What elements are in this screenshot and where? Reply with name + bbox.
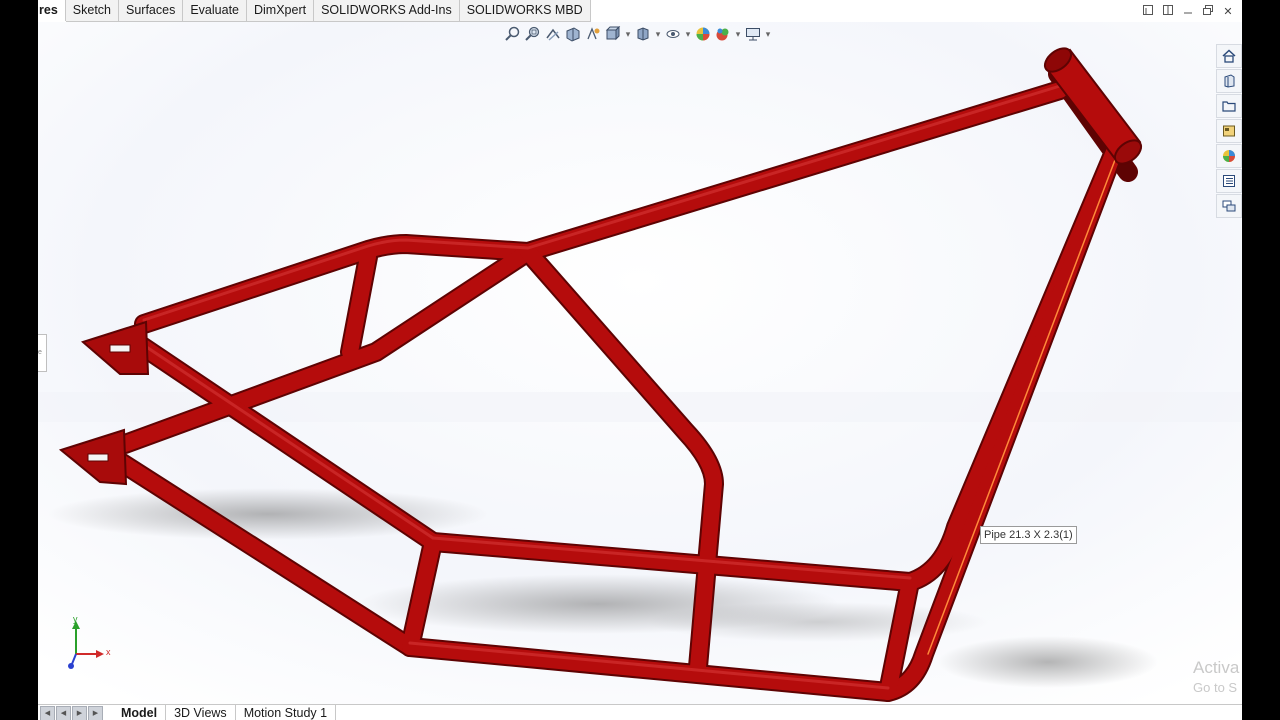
tab-sketch[interactable]: Sketch	[65, 0, 119, 22]
design-library-icon[interactable]	[1216, 69, 1242, 93]
selection-tooltip: Pipe 21.3 X 2.3(1)	[980, 526, 1077, 544]
view-settings-icon[interactable]	[744, 25, 762, 43]
tab-motion-study-1[interactable]: Motion Study 1	[236, 705, 337, 720]
maximize-icon[interactable]	[1198, 4, 1218, 20]
tab-dimxpert[interactable]: DimXpert	[247, 0, 315, 22]
graphics-viewport[interactable]	[38, 22, 1242, 704]
left-letterbox	[0, 0, 38, 720]
view-orientation-icon[interactable]	[604, 25, 622, 43]
tab-features[interactable]: res	[38, 0, 66, 21]
dropdown-arrow-icon[interactable]: ▾	[734, 27, 742, 41]
dynamic-annotation-icon[interactable]	[584, 25, 602, 43]
view-palette-icon[interactable]	[1216, 119, 1242, 143]
window-controls: ✕	[1138, 4, 1238, 20]
zoom-to-area-icon[interactable]	[524, 25, 542, 43]
apply-scene-icon[interactable]	[714, 25, 732, 43]
section-view-icon[interactable]	[564, 25, 582, 43]
prev-tab-icon[interactable]: ◀	[56, 705, 71, 720]
solidworks-window: res Sketch Surfaces Evaluate DimXpert SO…	[38, 0, 1242, 720]
close-icon[interactable]: ✕	[1218, 4, 1238, 20]
hide-show-items-icon[interactable]	[664, 25, 682, 43]
dropdown-arrow-icon[interactable]: ▾	[654, 27, 662, 41]
activation-watermark: Activa Go to S	[1193, 658, 1239, 698]
heads-up-view-toolbar: ▾ ▾ ▾ ▾ ▾	[504, 24, 772, 44]
last-tab-icon[interactable]: ▶	[88, 705, 103, 720]
tab-model[interactable]: Model	[113, 705, 167, 720]
feature-tree-collapsed-tab[interactable]: e	[38, 334, 47, 372]
triad-y-label: y	[73, 614, 78, 624]
triad-x-label: x	[106, 647, 111, 657]
shadow	[938, 636, 1158, 688]
zoom-to-fit-icon[interactable]	[504, 25, 522, 43]
home-icon[interactable]	[1216, 44, 1242, 68]
reference-triad: y x	[62, 614, 122, 674]
appearances-icon[interactable]	[1216, 144, 1242, 168]
tab-scroll-buttons: ◀ ◀ ▶ ▶	[40, 705, 103, 720]
file-explorer-icon[interactable]	[1216, 94, 1242, 118]
command-manager-tabs: res Sketch Surfaces Evaluate DimXpert SO…	[38, 0, 591, 22]
dropdown-arrow-icon[interactable]: ▾	[764, 27, 772, 41]
tab-surfaces[interactable]: Surfaces	[119, 0, 184, 22]
tab-solidworks-mbd[interactable]: SOLIDWORKS MBD	[459, 0, 591, 22]
restore-icon[interactable]	[1138, 4, 1158, 20]
forum-icon[interactable]	[1216, 194, 1242, 218]
task-pane	[1216, 44, 1242, 218]
tab-evaluate[interactable]: Evaluate	[183, 0, 247, 22]
tab-solidworks-add-ins[interactable]: SOLIDWORKS Add-Ins	[314, 0, 460, 22]
tile-icon[interactable]	[1158, 4, 1178, 20]
first-tab-icon[interactable]: ◀	[40, 705, 55, 720]
dropdown-arrow-icon[interactable]: ▾	[684, 27, 692, 41]
frame-model	[38, 22, 1242, 704]
tab-3d-views[interactable]: 3D Views	[166, 705, 236, 720]
next-tab-icon[interactable]: ▶	[72, 705, 87, 720]
bottom-tab-bar: ◀ ◀ ▶ ▶ Model 3D Views Motion Study 1	[38, 704, 1242, 720]
right-letterbox	[1242, 0, 1280, 720]
custom-properties-icon[interactable]	[1216, 169, 1242, 193]
dropdown-arrow-icon[interactable]: ▾	[624, 27, 632, 41]
minimize-icon[interactable]	[1178, 4, 1198, 20]
watermark-line-2: Go to S	[1193, 680, 1238, 695]
display-style-icon[interactable]	[634, 25, 652, 43]
edit-appearance-icon[interactable]	[694, 25, 712, 43]
watermark-line-1: Activa	[1193, 658, 1240, 677]
previous-view-icon[interactable]	[544, 25, 562, 43]
